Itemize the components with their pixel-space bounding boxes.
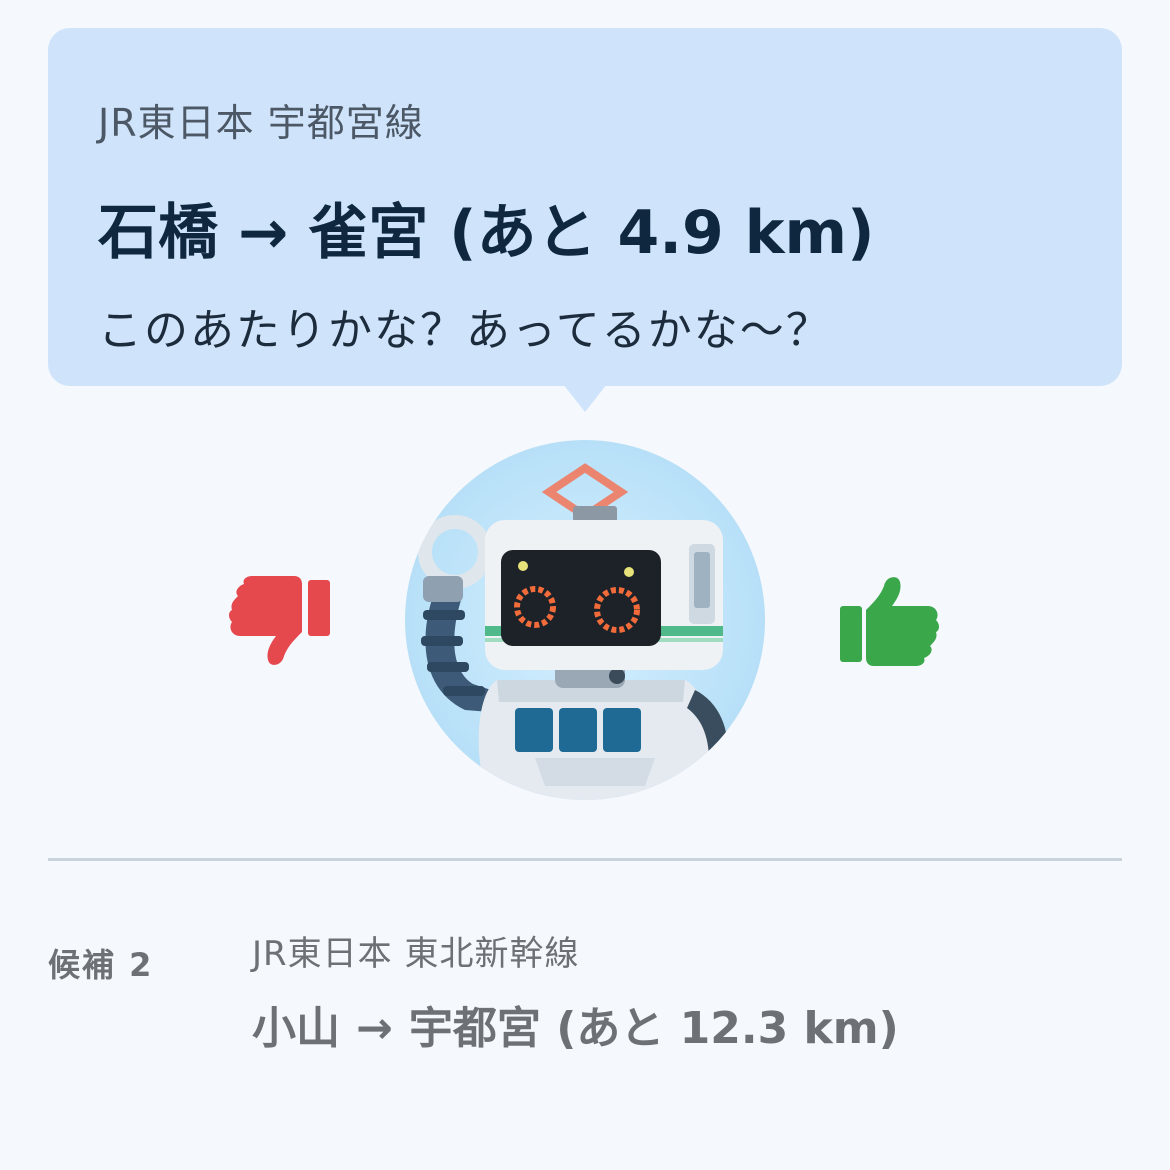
thumbs-down-button[interactable] [224,566,334,676]
candidate-from-station: 小山 [252,1003,340,1054]
candidate-to-station: 宇都宮 [408,1003,541,1054]
thumbs-down-icon [229,576,330,665]
to-station: 雀宮 [308,198,429,268]
guess-message: このあたりかな？あってるかな〜？ [98,305,832,356]
candidate-remaining-distance: (あと 12.3 km) [556,1003,899,1054]
page: JR東日本 宇都宮線 石橋 → 雀宮 (あと 4.9 km) このあたりかな？あって… [0,0,1170,1170]
line-name: JR東日本 宇都宮線 [98,101,424,145]
arrow-icon: → [356,1003,393,1054]
candidate-line-name: JR東日本 東北新幹線 [252,934,580,974]
robot-illustration [418,463,728,800]
route-title: 石橋 → 雀宮 (あと 4.9 km) [98,184,875,271]
thumbs-up-button[interactable] [834,566,944,676]
divider [48,858,1122,861]
remaining-distance: (あと 4.9 km) [449,198,875,268]
robot-avatar [405,440,765,800]
candidate-route[interactable]: 小山 → 宇都宮 (あと 12.3 km) [252,992,899,1056]
bubble-tail [563,384,607,412]
speech-bubble: JR東日本 宇都宮線 石橋 → 雀宮 (あと 4.9 km) このあたりかな？あって… [48,28,1122,386]
from-station: 石橋 [98,198,218,268]
arrow-icon: → [238,198,289,268]
candidate-label: 候補 2 [48,946,154,984]
thumbs-up-icon [840,577,939,666]
